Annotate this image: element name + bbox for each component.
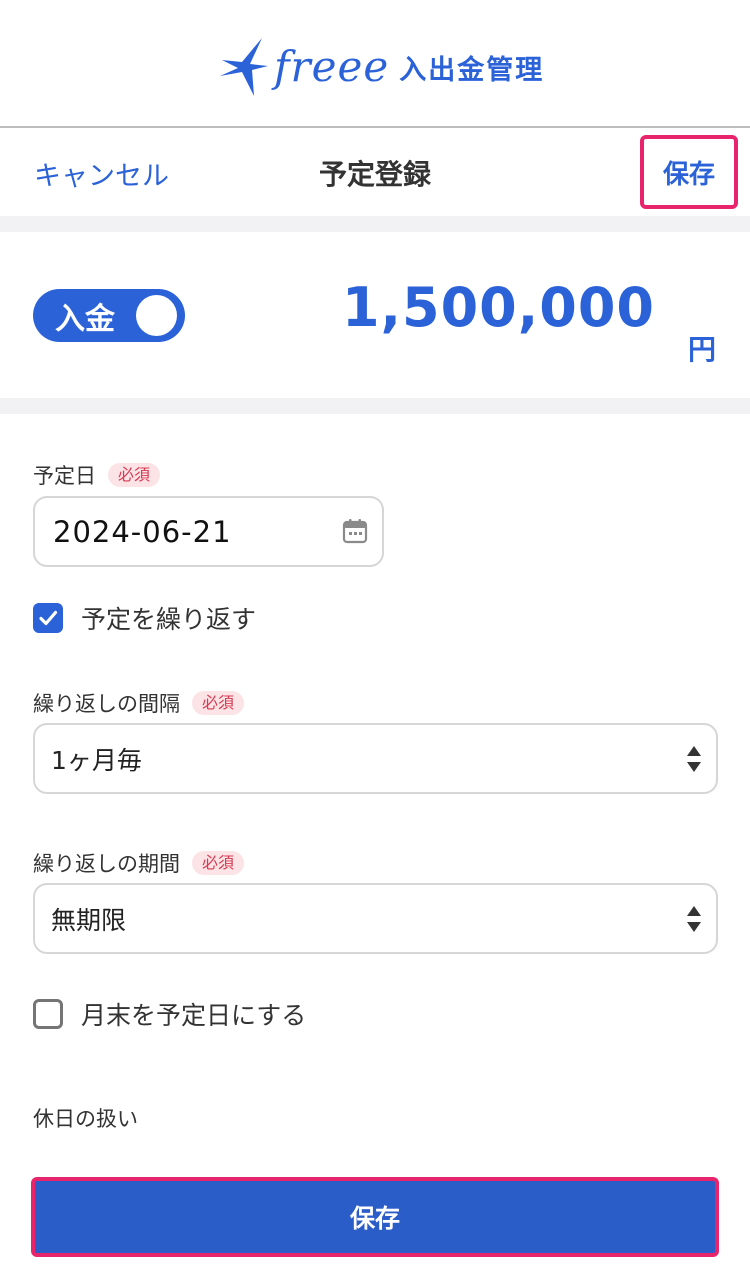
brand-product-name: 入出金管理 <box>399 54 545 86</box>
income-expense-toggle[interactable]: 入金 <box>33 289 185 342</box>
scheduled-date-label: 予定日 必須 <box>33 460 161 490</box>
amount-section: 入金 1,500,000 円 <box>0 232 750 398</box>
repeat-interval-label-text: 繰り返しの間隔 <box>33 692 180 716</box>
holiday-handling-label: 休日の扱い <box>33 1107 138 1131</box>
section-divider <box>0 216 750 232</box>
repeat-interval-label: 繰り返しの間隔 必須 <box>33 688 245 718</box>
navigation-bar: キャンセル 予定登録 保存 <box>0 130 750 216</box>
repeat-interval-value: 1ヶ月毎 <box>51 745 142 775</box>
repeat-period-label-text: 繰り返しの期間 <box>33 852 180 876</box>
brand-logo: freee 入出金管理 <box>218 36 544 98</box>
month-end-checkbox-row[interactable]: 月末を予定日にする <box>33 996 306 1032</box>
scheduled-date-value: 2024-06-21 <box>53 514 232 549</box>
toggle-knob <box>136 295 177 336</box>
scheduled-date-input[interactable]: 2024-06-21 <box>33 496 384 567</box>
amount-input[interactable]: 1,500,000 <box>342 276 655 341</box>
freee-bird-logo-icon <box>220 38 268 96</box>
required-badge: 必須 <box>192 691 245 715</box>
repeat-period-select[interactable]: 無期限 <box>33 883 718 954</box>
repeat-period-value: 無期限 <box>51 905 127 935</box>
brand-wordmark: freee <box>274 42 390 91</box>
brand-header: freee 入出金管理 <box>0 0 750 128</box>
repeat-checkbox[interactable] <box>33 603 63 633</box>
month-end-checkbox-label: 月末を予定日にする <box>81 1001 307 1030</box>
save-button[interactable]: 保存 <box>31 1177 719 1257</box>
calendar-icon[interactable] <box>342 518 368 544</box>
repeat-period-label: 繰り返しの期間 必須 <box>33 848 245 878</box>
select-arrows-icon <box>687 906 701 932</box>
select-arrows-icon <box>687 746 701 772</box>
repeat-checkbox-label: 予定を繰り返す <box>81 605 257 634</box>
checkmark-icon <box>39 610 58 626</box>
currency-unit: 円 <box>688 333 717 366</box>
required-badge: 必須 <box>192 851 245 875</box>
header-save-button[interactable]: 保存 <box>640 135 738 209</box>
month-end-checkbox[interactable] <box>33 999 63 1029</box>
toggle-label: 入金 <box>55 301 115 337</box>
scheduled-date-label-text: 予定日 <box>33 464 96 488</box>
repeat-checkbox-row[interactable]: 予定を繰り返す <box>33 600 256 636</box>
repeat-interval-select[interactable]: 1ヶ月毎 <box>33 723 718 794</box>
cancel-button[interactable]: キャンセル <box>34 130 169 216</box>
section-divider <box>0 398 750 414</box>
save-button-label: 保存 <box>349 1204 400 1233</box>
required-badge: 必須 <box>108 463 161 487</box>
